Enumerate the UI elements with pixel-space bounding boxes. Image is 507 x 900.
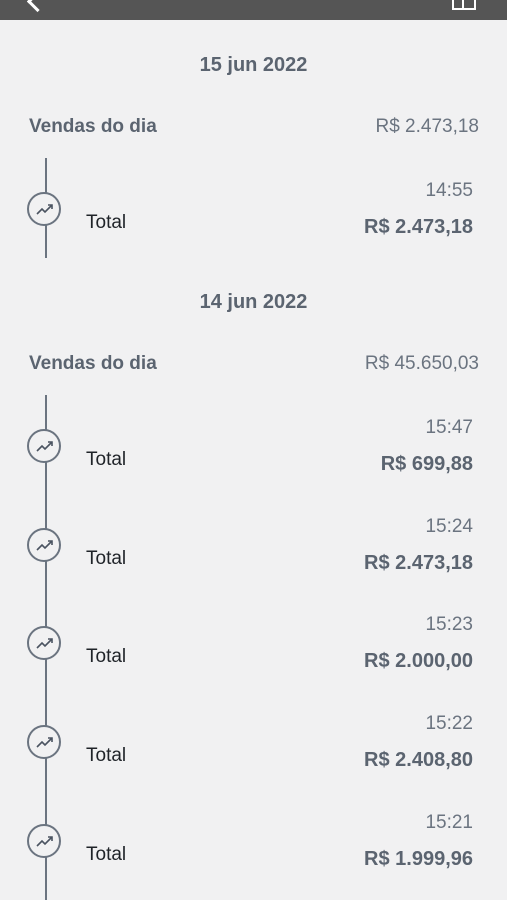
date-header: 15 jun 2022 <box>199 54 308 76</box>
trending-up-icon <box>27 528 61 562</box>
transaction-amount: R$ 2.473,18 <box>364 216 473 238</box>
transaction-time: 15:22 <box>425 713 473 734</box>
trending-up-icon <box>27 429 61 463</box>
trending-up-icon <box>27 824 61 858</box>
transaction-time: 15:21 <box>425 812 473 833</box>
day-sales-label: Vendas do dia <box>29 116 157 137</box>
trending-up-icon <box>27 192 61 226</box>
transaction-time: 15:23 <box>425 614 473 635</box>
transaction-amount: R$ 1.999,96 <box>364 848 473 870</box>
top-bar <box>0 0 507 20</box>
transaction-time: 15:24 <box>425 516 473 537</box>
transaction-time: 14:55 <box>425 180 473 201</box>
day-sales-label: Vendas do dia <box>29 353 157 374</box>
chevron-left-icon[interactable] <box>26 0 49 13</box>
trending-up-icon <box>27 725 61 759</box>
date-header: 14 jun 2022 <box>199 291 308 313</box>
transaction-amount: R$ 2.473,18 <box>364 552 473 574</box>
day-sales-total: R$ 45.650,03 <box>364 353 479 374</box>
transaction-label: Total <box>86 212 127 233</box>
grid-icon[interactable] <box>452 0 476 10</box>
transaction-label: Total <box>86 745 127 766</box>
sales-timeline: 15 jun 2022 Vendas do dia R$ 2.473,18 To… <box>0 20 507 900</box>
day-sales-total: R$ 2.473,18 <box>375 116 479 137</box>
transaction-label: Total <box>86 548 127 569</box>
transaction-time: 15:47 <box>425 417 473 438</box>
trending-up-icon <box>27 626 61 660</box>
transaction-label: Total <box>86 646 127 667</box>
transaction-label: Total <box>86 844 127 865</box>
transaction-amount: R$ 699,88 <box>380 453 473 475</box>
transaction-amount: R$ 2.000,00 <box>364 650 473 672</box>
transaction-label: Total <box>86 449 127 470</box>
transaction-amount: R$ 2.408,80 <box>364 749 473 771</box>
